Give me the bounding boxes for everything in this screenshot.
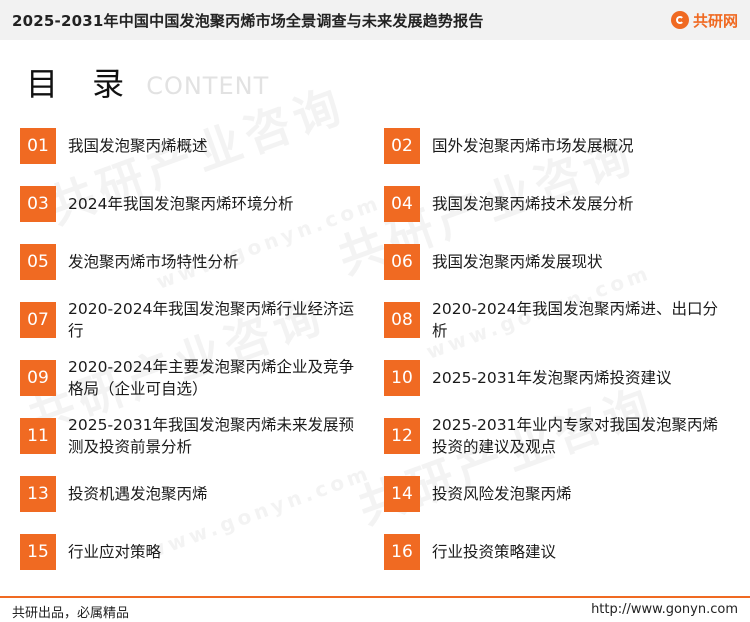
toc-row: 07 2020-2024年我国发泡聚丙烯行业经济运行 08 2020-2024年… (20, 300, 740, 340)
toc-item[interactable]: 10 2025-2031年发泡聚丙烯投资建议 (384, 358, 732, 398)
toc-item-number: 12 (384, 418, 420, 454)
toc-item[interactable]: 04 我国发泡聚丙烯技术发展分析 (384, 184, 732, 224)
gonyn-logo-icon (670, 11, 689, 29)
toc-item[interactable]: 02 国外发泡聚丙烯市场发展概况 (384, 126, 732, 166)
footer-url-link[interactable]: http://www.gonyn.com (591, 602, 738, 617)
brand-name: 共研网 (692, 11, 738, 30)
toc-item-number: 07 (20, 302, 56, 338)
toc-item-label: 行业投资策略建议 (432, 543, 557, 561)
toc-row: 01 我国发泡聚丙烯概述 02 国外发泡聚丙烯市场发展概况 (20, 126, 740, 166)
toc-item[interactable]: 05 发泡聚丙烯市场特性分析 (20, 242, 368, 282)
toc-item[interactable]: 16 行业投资策略建议 (384, 532, 732, 572)
toc-row: 03 2024年我国发泡聚丙烯环境分析 04 我国发泡聚丙烯技术发展分析 (20, 184, 740, 224)
toc-row: 05 发泡聚丙烯市场特性分析 06 我国发泡聚丙烯发展现状 (20, 242, 740, 282)
toc-item[interactable]: 11 2025-2031年我国发泡聚丙烯未来发展预测及投资前景分析 (20, 416, 368, 456)
toc-heading-cn: 目 录 (26, 65, 137, 103)
toc-heading-en: CONTENT (146, 72, 270, 100)
toc-heading: 目 录 CONTENT (26, 60, 269, 104)
toc-item-label: 发泡聚丙烯市场特性分析 (68, 253, 239, 271)
toc-item[interactable]: 09 2020-2024年主要发泡聚丙烯企业及竞争格局（企业可自选） (20, 358, 368, 398)
toc-item[interactable]: 15 行业应对策略 (20, 532, 368, 572)
toc-row: 15 行业应对策略 16 行业投资策略建议 (20, 532, 740, 572)
toc-item-label: 我国发泡聚丙烯技术发展分析 (432, 195, 634, 213)
toc-item-number: 05 (20, 244, 56, 280)
toc-item-number: 03 (20, 186, 56, 222)
top-bar: 2025-2031年中国中国发泡聚丙烯市场全景调查与未来发展趋势报告 共研网 (0, 0, 750, 40)
toc-item-label: 2024年我国发泡聚丙烯环境分析 (68, 195, 294, 213)
toc-item-label: 投资机遇发泡聚丙烯 (68, 485, 208, 503)
toc-item[interactable]: 07 2020-2024年我国发泡聚丙烯行业经济运行 (20, 300, 368, 340)
toc-item[interactable]: 13 投资机遇发泡聚丙烯 (20, 474, 368, 514)
toc-item-label: 我国发泡聚丙烯发展现状 (432, 253, 603, 271)
toc-item-label: 2020-2024年主要发泡聚丙烯企业及竞争格局（企业可自选） (68, 358, 354, 398)
toc-item-label: 2025-2031年发泡聚丙烯投资建议 (432, 369, 672, 387)
toc-item-number: 04 (384, 186, 420, 222)
toc-row: 09 2020-2024年主要发泡聚丙烯企业及竞争格局（企业可自选） 10 20… (20, 358, 740, 398)
toc-item-label: 2025-2031年业内专家对我国发泡聚丙烯投资的建议及观点 (432, 416, 718, 456)
toc-item-label: 2020-2024年我国发泡聚丙烯行业经济运行 (68, 300, 354, 340)
toc-item-label: 行业应对策略 (68, 543, 162, 561)
toc-item-number: 15 (20, 534, 56, 570)
toc-row: 13 投资机遇发泡聚丙烯 14 投资风险发泡聚丙烯 (20, 474, 740, 514)
toc-item[interactable]: 03 2024年我国发泡聚丙烯环境分析 (20, 184, 368, 224)
toc-item[interactable]: 01 我国发泡聚丙烯概述 (20, 126, 368, 166)
toc-item-number: 01 (20, 128, 56, 164)
toc-item-number: 08 (384, 302, 420, 338)
footer: 共研出品，必属精品 http://www.gonyn.com (0, 596, 750, 622)
toc-item-label: 国外发泡聚丙烯市场发展概况 (432, 137, 634, 155)
toc-item-number: 10 (384, 360, 420, 396)
toc-item[interactable]: 12 2025-2031年业内专家对我国发泡聚丙烯投资的建议及观点 (384, 416, 732, 456)
toc-item-number: 13 (20, 476, 56, 512)
toc-item[interactable]: 08 2020-2024年我国发泡聚丙烯进、出口分析 (384, 300, 732, 340)
brand[interactable]: 共研网 (670, 9, 738, 31)
toc-item[interactable]: 14 投资风险发泡聚丙烯 (384, 474, 732, 514)
toc-item-number: 16 (384, 534, 420, 570)
toc-item[interactable]: 06 我国发泡聚丙烯发展现状 (384, 242, 732, 282)
report-title: 2025-2031年中国中国发泡聚丙烯市场全景调查与未来发展趋势报告 (12, 12, 484, 30)
toc-item-number: 11 (20, 418, 56, 454)
toc-item-number: 06 (384, 244, 420, 280)
toc-item-number: 02 (384, 128, 420, 164)
footer-slogan: 共研出品，必属精品 (12, 606, 130, 621)
toc-item-label: 2020-2024年我国发泡聚丙烯进、出口分析 (432, 300, 718, 340)
toc-row: 11 2025-2031年我国发泡聚丙烯未来发展预测及投资前景分析 12 202… (20, 416, 740, 456)
toc-item-number: 14 (384, 476, 420, 512)
toc-item-label: 我国发泡聚丙烯概述 (68, 137, 208, 155)
toc-item-number: 09 (20, 360, 56, 396)
toc-item-label: 2025-2031年我国发泡聚丙烯未来发展预测及投资前景分析 (68, 416, 354, 456)
toc-item-label: 投资风险发泡聚丙烯 (432, 485, 572, 503)
